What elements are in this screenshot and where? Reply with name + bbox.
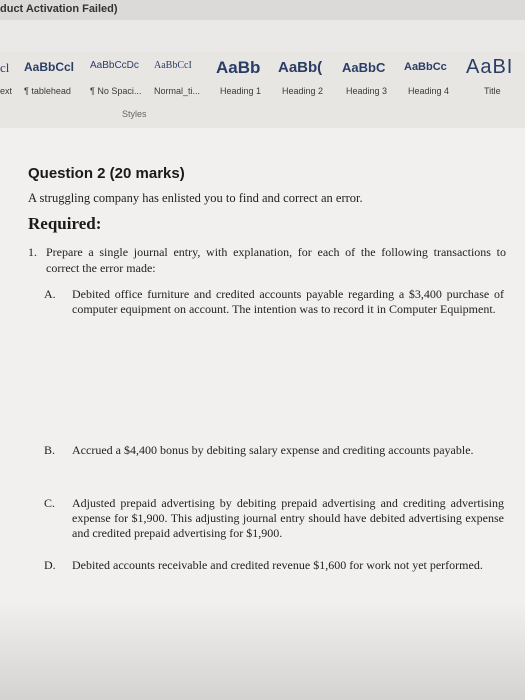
- ribbon-tab-area: [0, 20, 525, 52]
- question-intro: A struggling company has enlisted you to…: [28, 191, 363, 205]
- style-preview: AaBbC: [342, 60, 386, 75]
- style-tile-no-spacing[interactable]: AaBbCcDc ¶ No Spaci...: [90, 56, 148, 104]
- sub-item-text: Debited accounts receivable and credited…: [72, 558, 483, 572]
- style-label: ext: [0, 86, 13, 96]
- style-tile-partial[interactable]: cl ext: [0, 56, 22, 104]
- style-label: ¶ No Spaci...: [90, 86, 142, 96]
- style-label: Heading 1: [220, 86, 262, 96]
- sub-item-text: Accrued a $4,400 bonus by debiting salar…: [72, 443, 474, 457]
- item-text: Prepare a single journal entry, with exp…: [46, 245, 506, 275]
- style-tile-tablehead[interactable]: AaBbCcl ¶ tablehead: [24, 56, 84, 104]
- sub-item-letter: B.: [44, 443, 56, 457]
- style-preview: AaBI: [466, 56, 514, 78]
- style-preview: AaBbCcDc: [90, 60, 139, 71]
- style-label: Heading 3: [346, 86, 388, 96]
- style-preview: AaBb(: [278, 59, 323, 76]
- style-tile-heading-3[interactable]: AaBbC Heading 3: [342, 56, 400, 104]
- style-preview: AaBbCc: [404, 61, 447, 73]
- sub-item-text: Adjusted prepaid advertising by debiting…: [72, 496, 504, 540]
- required-heading: Required:: [28, 214, 102, 233]
- style-label: Normal_ti...: [154, 86, 201, 96]
- style-preview: AaBbCcI: [154, 60, 192, 71]
- question-title: Question 2 (20 marks): [28, 165, 185, 182]
- styles-ribbon: cl ext AaBbCcl ¶ tablehead AaBbCcDc ¶ No…: [0, 52, 525, 129]
- style-preview: AaBb: [216, 58, 261, 77]
- window-title: duct Activation Failed): [0, 3, 118, 15]
- style-tile-heading-1[interactable]: AaBb Heading 1: [216, 56, 274, 104]
- sub-item-letter: A.: [44, 287, 56, 301]
- style-label: ¶ tablehead: [24, 86, 71, 96]
- style-preview: AaBbCcl: [24, 60, 75, 74]
- style-tile-heading-4[interactable]: AaBbCc Heading 4: [404, 56, 462, 104]
- style-tile-title[interactable]: AaBI Title: [466, 56, 525, 104]
- style-tile-normal-title[interactable]: AaBbCcI Normal_ti...: [154, 56, 212, 104]
- styles-group-label: Styles: [122, 109, 147, 119]
- sub-item-text: Debited office furniture and credited ac…: [72, 287, 504, 316]
- style-tile-heading-2[interactable]: AaBb( Heading 2: [278, 56, 340, 104]
- title-bar: duct Activation Failed): [0, 0, 525, 20]
- style-label: Heading 4: [408, 86, 450, 96]
- style-preview: cl: [0, 60, 10, 75]
- sub-item-letter: C.: [44, 496, 56, 510]
- item-number: 1.: [28, 245, 37, 259]
- style-label: Heading 2: [282, 86, 324, 96]
- sub-item-letter: D.: [44, 558, 56, 572]
- style-label: Title: [484, 86, 501, 96]
